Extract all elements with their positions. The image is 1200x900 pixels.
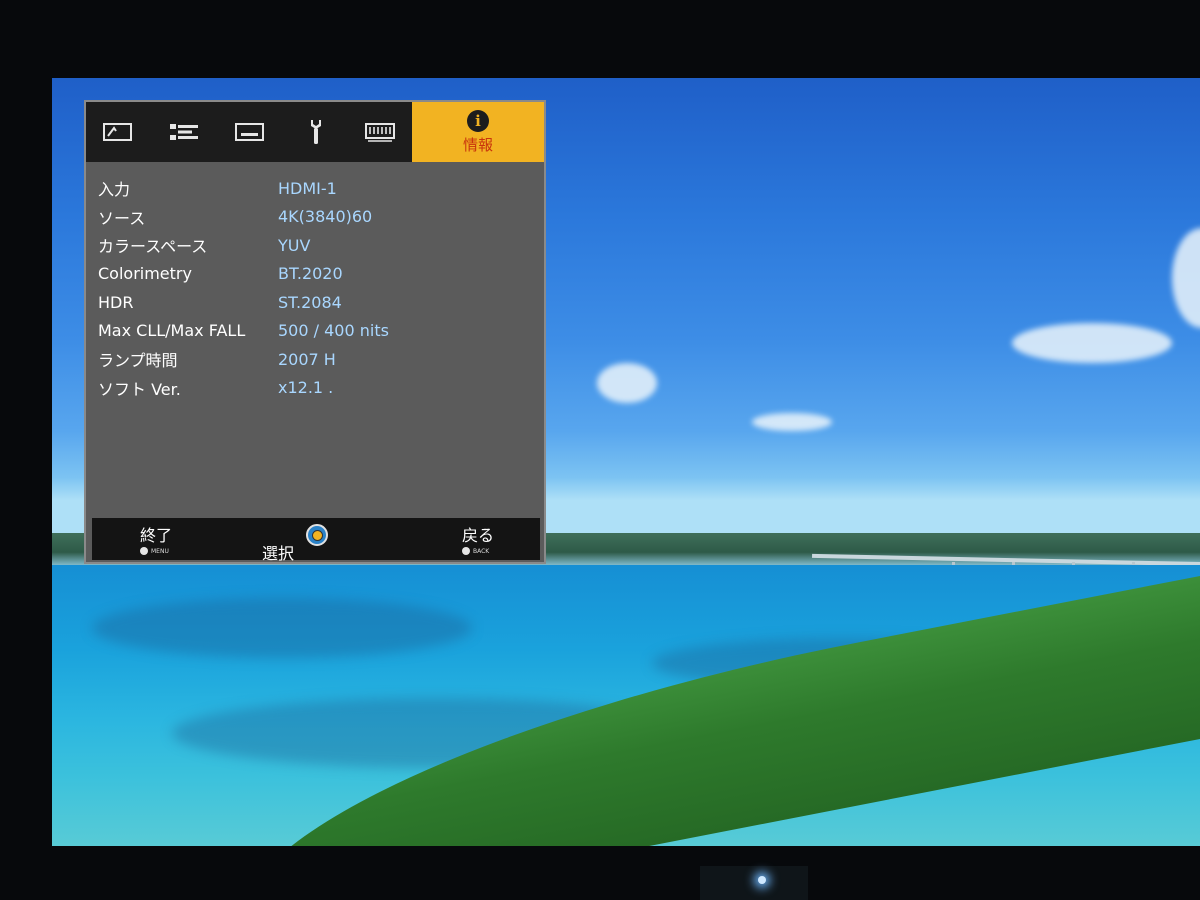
input-settings-icon	[170, 124, 198, 140]
menu-footer: 終了 MENU 選択 戻る BACK	[92, 518, 540, 563]
info-row-input: 入力 HDMI-1	[98, 174, 528, 203]
info-row-software: ソフト Ver. x12.1 .	[98, 374, 528, 403]
wrench-icon	[311, 120, 321, 144]
info-key: Colorimetry	[98, 264, 192, 284]
info-row-maxcll: Max CLL/Max FALL 500 / 400 nits	[98, 317, 528, 346]
info-key: HDR	[98, 292, 134, 312]
info-value: 2007 H	[278, 349, 336, 369]
info-key: 入力	[98, 180, 131, 200]
info-value: 500 / 400 nits	[278, 321, 389, 341]
info-value: x12.1 .	[278, 378, 334, 398]
cloud	[1172, 228, 1200, 328]
info-key: ソフト Ver.	[98, 379, 181, 399]
back-button[interactable]: 戻る BACK	[462, 522, 494, 555]
projector-indicator	[700, 866, 808, 900]
back-label: 戻る	[462, 526, 495, 545]
menu-button-icon	[140, 547, 148, 555]
info-key: ランプ時間	[98, 351, 178, 371]
reef	[92, 598, 472, 658]
tab-network[interactable]	[348, 102, 412, 162]
exit-label: 終了	[140, 526, 173, 545]
menu-tab-bar: i 情報	[86, 102, 544, 162]
info-key: Max CLL/Max FALL	[98, 321, 246, 341]
tab-info-label: 情報	[462, 135, 493, 154]
tab-input[interactable]	[152, 102, 216, 162]
info-value: HDMI-1	[278, 178, 337, 198]
info-value: 4K(3840)60	[278, 207, 373, 227]
info-row-colorimetry: Colorimetry BT.2020	[98, 260, 528, 289]
tab-picture[interactable]	[86, 102, 150, 162]
info-row-colorspace: カラースペース YUV	[98, 231, 528, 260]
info-icon: i	[467, 109, 489, 132]
picture-adjust-icon	[103, 123, 132, 141]
network-icon	[365, 123, 395, 142]
exit-key-label: MENU	[151, 547, 169, 555]
exit-button[interactable]: 終了 MENU	[140, 522, 172, 555]
select-button[interactable]: 選択	[262, 540, 294, 564]
tab-display[interactable]	[218, 102, 282, 162]
info-menu: i 情報 入力 HDMI-1 ソース 4K(3840)60 カラースペース YU…	[84, 100, 546, 564]
cloud	[597, 363, 657, 403]
info-row-source: ソース 4K(3840)60	[98, 203, 528, 232]
tab-info[interactable]: i 情報	[412, 102, 544, 162]
info-row-hdr: HDR ST.2084	[98, 288, 528, 317]
info-value: YUV	[278, 235, 311, 255]
back-key-hint: BACK	[462, 547, 494, 555]
back-key-label: BACK	[473, 547, 490, 555]
info-row-lamp: ランプ時間 2007 H	[98, 345, 528, 374]
dpad-select-icon	[306, 524, 328, 546]
cloud	[752, 413, 832, 431]
info-key: カラースペース	[98, 237, 208, 257]
tab-tools[interactable]	[284, 102, 348, 162]
display-icon	[235, 123, 264, 141]
info-value: ST.2084	[278, 292, 342, 312]
exit-key-hint: MENU	[140, 547, 172, 555]
back-button-icon	[462, 547, 470, 555]
led-light	[758, 876, 766, 884]
info-list: 入力 HDMI-1 ソース 4K(3840)60 カラースペース YUV Col…	[98, 174, 528, 402]
info-value: BT.2020	[278, 264, 343, 284]
select-label: 選択	[262, 544, 295, 563]
info-key: ソース	[98, 208, 146, 228]
cloud	[1012, 323, 1172, 363]
